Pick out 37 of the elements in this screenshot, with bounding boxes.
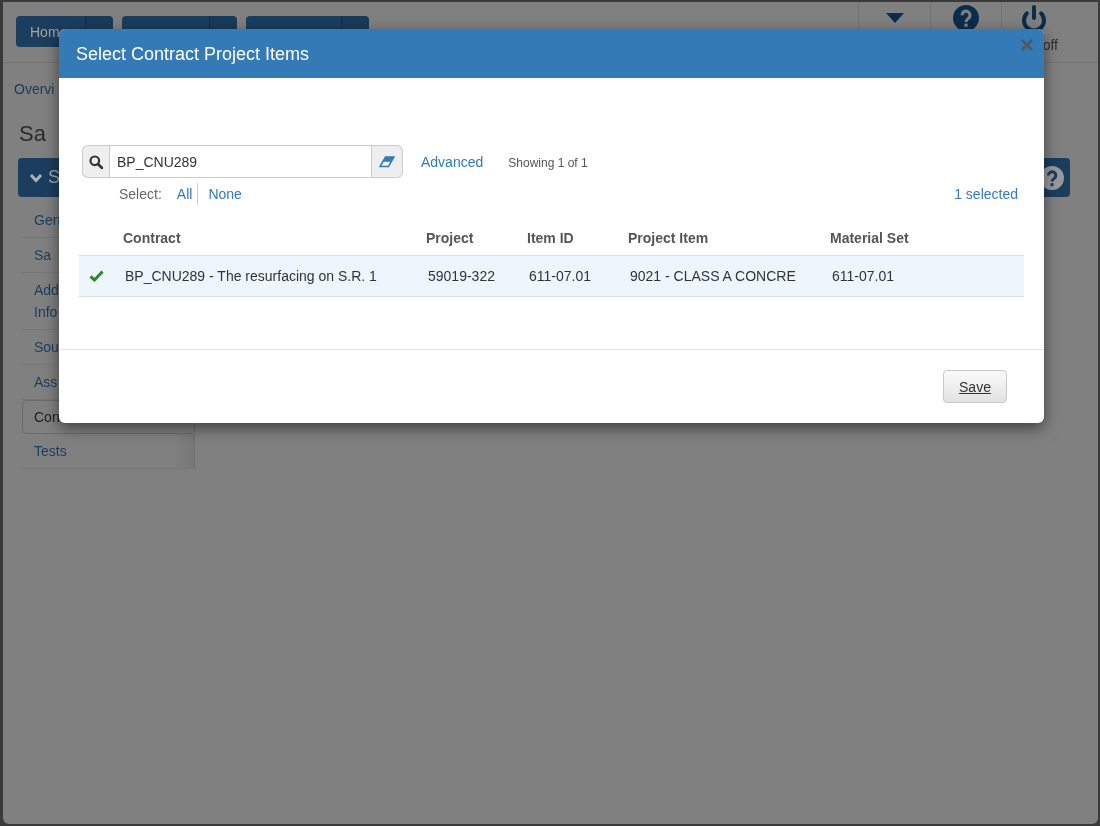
sidebar-item[interactable]: Tests [34,440,67,462]
sidebar-item[interactable]: Add Info [34,279,59,323]
sidebar-item[interactable]: Ass [34,371,58,393]
power-icon [1020,5,1048,33]
breadcrumb-link[interactable]: Overvi [14,79,55,99]
search-field[interactable]: BP_CNU289 [109,145,372,178]
page-heading: Sa [19,121,46,147]
column-header[interactable]: Project Item [618,228,820,247]
table-cell-text: 611-07.01 [831,267,895,285]
sidebar-item[interactable]: Sou [34,336,59,358]
select-label: Select: [119,185,162,203]
sidebar-item[interactable]: Sa [34,244,52,266]
table-cell-text: 9021 - CLASS A CONCRE [629,267,797,285]
table-cell-text: BP_CNU289 - The resurfacing on S.R. 1 [124,267,378,285]
column-header[interactable]: Contract [113,228,416,247]
chevron-down-icon [29,172,43,183]
table-cell-text: 611-07.01 [528,267,592,285]
advanced-link[interactable]: Advanced [421,152,484,171]
eraser-icon [379,155,395,168]
select-none-link[interactable]: None [208,185,242,203]
section-toggle-button[interactable]: S [18,158,61,197]
result-count: Showing 1 of 1 [508,154,588,171]
save-button[interactable]: Save [943,370,1007,403]
search-icon [82,145,109,178]
check-icon [88,270,104,282]
power-button[interactable]: off [1010,5,1058,53]
column-header[interactable]: Material Set [820,228,1024,247]
selected-count-link[interactable]: 1 selected [954,185,1018,203]
column-header[interactable]: Item ID [517,228,618,247]
table-cell-text: 59019-322 [427,267,496,285]
clear-button[interactable] [372,145,403,178]
column-header[interactable]: Project [416,228,517,247]
select-all-link[interactable]: All [176,185,193,203]
table-row[interactable]: BP_CNU289 - The resurfacing on S.R. 1 59019-322 611-07.01 9021 - CLASS A CONCRE 611-07.01 [79,256,1024,297]
caret-icon[interactable] [885,13,904,23]
sidebar-item[interactable]: Con [34,406,60,428]
help-icon[interactable] [953,5,979,31]
